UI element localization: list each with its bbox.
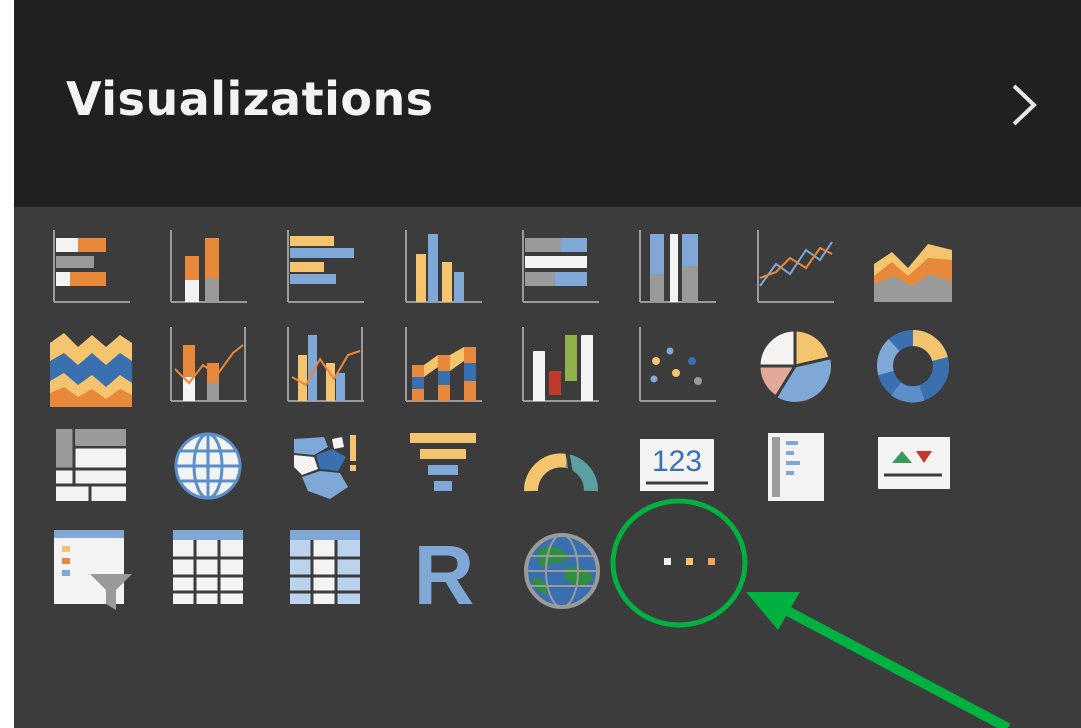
pane-title: Visualizations (66, 72, 434, 126)
pane-header: Visualizations (14, 0, 1081, 207)
map-icon[interactable] (167, 425, 249, 507)
more-visuals-ellipsis-icon[interactable] (654, 540, 730, 584)
100-stacked-bar-chart-icon[interactable] (519, 228, 601, 310)
scatter-chart-icon[interactable] (636, 325, 718, 407)
stacked-column-chart-icon[interactable] (167, 228, 249, 310)
stacked-area-chart-icon[interactable] (50, 325, 132, 407)
ellipsis-dot (708, 558, 715, 565)
multi-row-card-icon[interactable] (754, 425, 836, 507)
filled-map-icon[interactable] (284, 425, 366, 507)
r-script-visual-icon[interactable]: R (402, 528, 484, 610)
ellipsis-dot (686, 558, 693, 565)
line-chart-icon[interactable] (754, 228, 836, 310)
line-and-clustered-column-chart-icon[interactable] (284, 325, 366, 407)
clustered-bar-chart-icon[interactable] (284, 228, 366, 310)
donut-chart-icon[interactable] (872, 325, 954, 407)
clustered-column-chart-icon[interactable] (402, 228, 484, 310)
funnel-icon[interactable] (402, 425, 484, 507)
treemap-icon[interactable] (50, 425, 132, 507)
100-stacked-column-chart-icon[interactable] (636, 228, 718, 310)
card-icon[interactable]: 123 (636, 425, 718, 507)
arcgis-map-icon[interactable] (519, 528, 601, 610)
table-icon[interactable] (167, 528, 249, 610)
slicer-icon[interactable] (50, 528, 132, 610)
chevron-right-icon[interactable] (1004, 80, 1044, 130)
ribbon-chart-icon[interactable] (402, 325, 484, 407)
waterfall-chart-icon[interactable] (519, 325, 601, 407)
line-and-stacked-column-chart-icon[interactable] (167, 325, 249, 407)
visualizations-pane: Visualizations 123 R (14, 0, 1081, 728)
stacked-bar-chart-icon[interactable] (50, 228, 132, 310)
card-value-text: 123 (652, 445, 702, 478)
matrix-icon[interactable] (284, 528, 366, 610)
kpi-icon[interactable] (872, 425, 954, 507)
area-chart-icon[interactable] (872, 228, 954, 310)
ellipsis-dot (664, 558, 671, 565)
gauge-icon[interactable] (519, 425, 601, 507)
r-letter-text: R (414, 528, 475, 610)
pie-chart-icon[interactable] (754, 325, 836, 407)
